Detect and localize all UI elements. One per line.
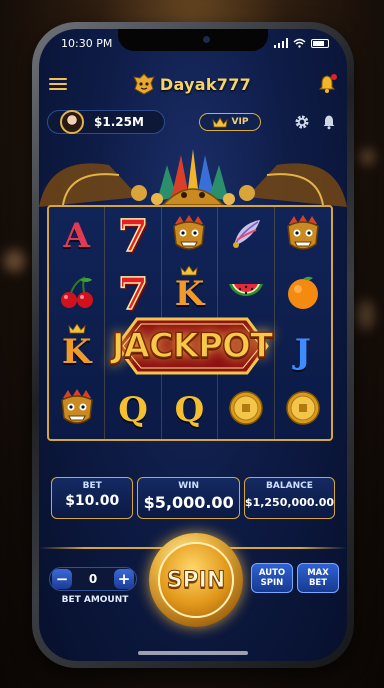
status-time: 10:30 PM xyxy=(61,36,113,50)
status-bar: 10:30 PM xyxy=(61,35,329,51)
max-bet-button[interactable]: MAX BET xyxy=(297,563,339,593)
phone-screen: 10:30 PM Dayak777 $1.25M VIP A 7 7 K K J… xyxy=(39,29,347,661)
balance-label: BALANCE xyxy=(266,481,313,491)
symbol-letter-j: J xyxy=(294,332,311,372)
symbol-seven: 7 xyxy=(117,268,149,321)
reel-cell xyxy=(218,207,275,265)
symbol-cherry-icon xyxy=(58,274,96,314)
reel-cell xyxy=(275,207,331,265)
vip-label: VIP xyxy=(231,117,249,127)
spin-label: SPIN xyxy=(166,567,226,593)
status-icons xyxy=(274,38,329,48)
avatar[interactable] xyxy=(60,110,84,134)
symbol-mask-icon xyxy=(58,388,96,432)
background-light xyxy=(356,300,374,330)
brand: Dayak777 xyxy=(132,73,252,95)
max-bet-label-2: BET xyxy=(308,578,328,588)
account-icons xyxy=(293,113,337,131)
symbol-coin-icon xyxy=(284,389,322,431)
auto-spin-label-2: SPIN xyxy=(260,578,284,588)
balance-value: $1,250,000.00 xyxy=(244,496,334,509)
reel-cell xyxy=(275,265,331,323)
symbol-mask-icon xyxy=(170,214,208,258)
decrease-bet-button[interactable]: − xyxy=(52,569,72,589)
reel-cell: Q xyxy=(105,381,162,439)
menu-icon[interactable] xyxy=(49,78,67,90)
settings-gear-icon[interactable] xyxy=(293,113,311,131)
balance-panel: BALANCE $1,250,000.00 xyxy=(243,477,335,519)
app-header: Dayak777 xyxy=(49,67,337,101)
reel-cell xyxy=(218,381,275,439)
vip-badge[interactable]: VIP xyxy=(199,113,261,131)
symbol-letter-a: A xyxy=(63,216,90,256)
headdress xyxy=(157,149,229,206)
reel-cell: J xyxy=(275,323,331,381)
bet-value: $10.00 xyxy=(65,493,120,509)
win-panel: WIN $5,000.00 xyxy=(137,477,240,519)
win-label: WIN xyxy=(178,481,200,491)
reel-cell xyxy=(275,381,331,439)
increase-bet-button[interactable]: + xyxy=(113,569,134,589)
spin-button[interactable]: SPIN xyxy=(149,533,243,627)
bet-amount-label: BET AMOUNT xyxy=(61,595,129,605)
auto-spin-button[interactable]: AUTO SPIN xyxy=(251,563,293,593)
bet-quantity: 0 xyxy=(88,572,98,586)
auto-spin-label-1: AUTO xyxy=(258,568,286,578)
reel-cell xyxy=(49,265,106,323)
app-title: Dayak777 xyxy=(159,74,252,94)
reel-cell xyxy=(162,207,219,265)
crown-icon xyxy=(211,116,228,127)
notification-bell-icon[interactable] xyxy=(317,74,337,94)
symbol-orange-icon xyxy=(284,273,322,315)
bell-icon[interactable] xyxy=(321,114,337,130)
reel-cell: 7 xyxy=(105,207,162,265)
symbol-letter-q: Q xyxy=(118,390,148,430)
reel-ornament xyxy=(39,149,347,207)
notification-dot xyxy=(330,74,337,80)
symbol-watermelon-icon xyxy=(226,274,266,314)
symbol-coin-icon xyxy=(227,389,265,431)
tribal-mask-logo-icon xyxy=(132,73,155,95)
bet-stepper: − 0 + xyxy=(49,567,137,591)
home-indicator xyxy=(138,651,248,655)
info-panels: BET $10.00 WIN $5,000.00 BALANCE $1,250,… xyxy=(51,477,335,519)
symbol-letter-q: Q xyxy=(174,390,205,430)
wifi-icon xyxy=(293,38,306,48)
background-light xyxy=(4,250,26,272)
balance-short: $1.25M xyxy=(94,115,144,129)
max-bet-label-1: MAX xyxy=(307,568,329,578)
balance-pill[interactable]: $1.25M xyxy=(47,110,165,134)
win-value: $5,000.00 xyxy=(143,493,234,512)
phone-frame: 10:30 PM Dayak777 $1.25M VIP A 7 7 K K J… xyxy=(32,22,354,668)
reel-cell xyxy=(49,381,106,439)
account-bar: $1.25M VIP xyxy=(47,107,337,137)
reel-cell: A xyxy=(49,207,106,265)
reel-cell: K xyxy=(49,323,106,381)
bet-panel: BET $10.00 xyxy=(51,477,134,519)
symbol-mask-icon xyxy=(284,214,322,258)
jackpot-banner: JACKPOT xyxy=(107,315,277,377)
battery-icon xyxy=(311,38,329,48)
signal-icon xyxy=(274,38,288,48)
controls: − 0 + BET AMOUNT SPIN AUTO SPIN MAX BET xyxy=(39,529,347,629)
reel-cell: Q xyxy=(162,381,219,439)
symbol-feather-icon xyxy=(228,216,264,256)
background-light xyxy=(360,150,374,164)
symbol-letter-k: K xyxy=(175,266,204,314)
spin-button-face[interactable]: SPIN xyxy=(158,542,234,618)
symbol-seven: 7 xyxy=(117,210,149,263)
symbol-letter-k: K xyxy=(62,324,91,372)
bet-label: BET xyxy=(82,481,102,491)
jackpot-text: JACKPOT xyxy=(111,325,274,367)
